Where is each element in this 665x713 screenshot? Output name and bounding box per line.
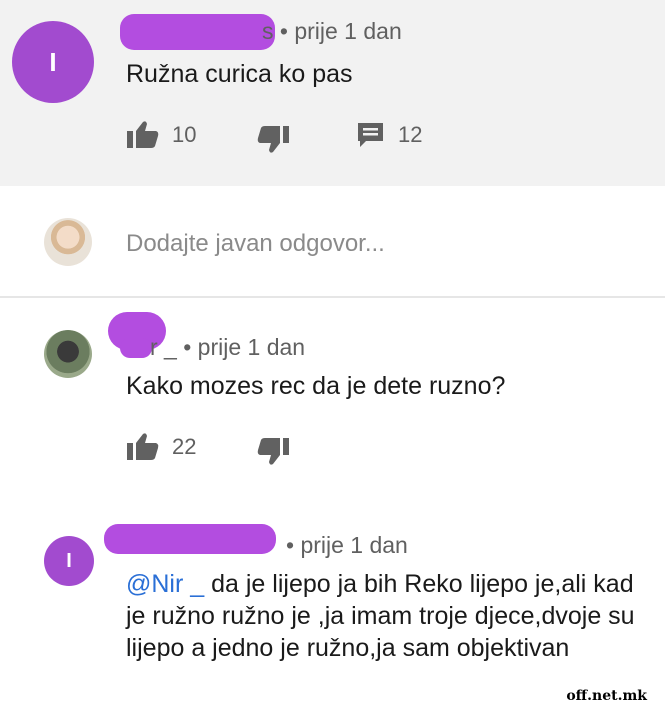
avatar-letter: I: [49, 46, 57, 77]
avatar[interactable]: [44, 330, 92, 378]
timestamp: • prije 1 dan: [279, 18, 402, 44]
comment-icon: [356, 120, 386, 150]
redacted-username: [104, 524, 276, 554]
thumb-down-icon: [256, 436, 290, 466]
author-fragment: r _: [150, 334, 177, 360]
comment-meta: s • prije 1 dan: [262, 18, 402, 45]
comment-text: @Nir _ da je lijepo ja bih Reko lijepo j…: [126, 568, 646, 664]
author-fragment: s: [262, 18, 274, 44]
avatar[interactable]: I: [12, 21, 94, 103]
thumb-down-icon: [256, 124, 290, 154]
reply-input-row: Dodajte javan odgovor...: [0, 186, 665, 298]
comment-text: Ružna curica ko pas: [126, 60, 353, 88]
reply-comment: r _ • prije 1 dan Kako mozes rec da je d…: [0, 298, 665, 488]
reply-input[interactable]: Dodajte javan odgovor...: [126, 230, 385, 258]
dislike-button[interactable]: [256, 436, 290, 466]
top-comment: I s • prije 1 dan Ružna curica ko pas 10: [0, 0, 665, 186]
comment-meta: r _ • prije 1 dan: [150, 334, 305, 361]
reply-count: 12: [398, 122, 423, 147]
avatar-letter: I: [66, 549, 72, 572]
thumb-up-icon: [126, 432, 160, 462]
thumb-up-icon: [126, 120, 160, 150]
mention-link[interactable]: @Nir _: [126, 570, 204, 598]
like-count: 10: [172, 122, 197, 147]
like-button[interactable]: 22: [126, 432, 196, 462]
timestamp: • prije 1 dan: [183, 334, 306, 360]
comment-text: Kako mozes rec da je dete ruzno?: [126, 372, 506, 400]
redacted-username: [120, 14, 275, 50]
reply-count-button[interactable]: 12: [356, 120, 422, 150]
like-count: 22: [172, 434, 197, 459]
dislike-button[interactable]: [256, 124, 290, 154]
like-button[interactable]: 10: [126, 120, 196, 150]
watermark: off.net.mk: [562, 687, 651, 705]
avatar[interactable]: I: [44, 536, 94, 586]
redacted-username: [120, 338, 152, 358]
reply-comment: I • prije 1 dan @Nir _ da je lijepo ja b…: [0, 500, 665, 713]
comment-meta: • prije 1 dan: [286, 532, 408, 559]
user-avatar: [44, 218, 92, 266]
timestamp: • prije 1 dan: [286, 532, 408, 558]
